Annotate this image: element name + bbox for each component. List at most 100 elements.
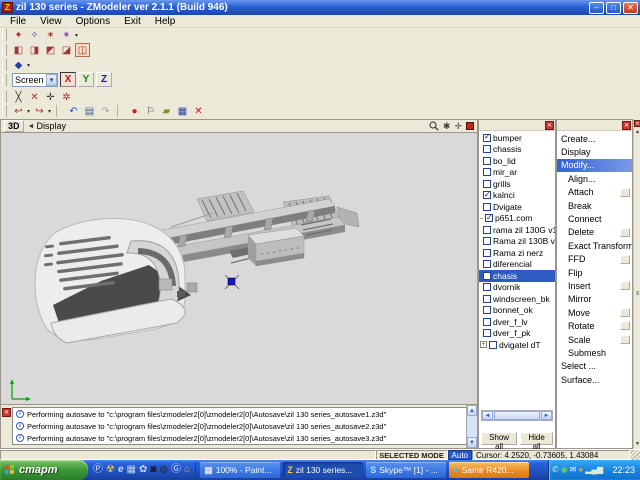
node-checkbox[interactable] <box>485 214 493 222</box>
command-item[interactable]: FFD <box>557 253 632 266</box>
scene-node[interactable]: windscreen_bk <box>479 293 555 305</box>
snap-axes-icon[interactable]: ╳ <box>11 90 26 104</box>
delete-icon[interactable]: ✕ <box>191 104 206 118</box>
scene-node[interactable]: bo_lid <box>479 155 555 167</box>
quicklaunch-2-icon[interactable]: ☢ <box>106 465 115 475</box>
node-checkbox[interactable] <box>483 157 491 165</box>
command-item[interactable]: Mirror <box>557 293 632 306</box>
log-close-icon[interactable] <box>2 408 11 417</box>
node-checkbox[interactable] <box>483 237 491 245</box>
command-item[interactable]: Move <box>557 306 632 319</box>
hide-all-button[interactable]: Hide all <box>520 432 553 445</box>
viewport-view-label[interactable]: Display <box>36 121 66 131</box>
close-icon[interactable] <box>545 121 554 130</box>
redo-icon[interactable]: ↷ <box>98 104 113 118</box>
tray-1-icon[interactable]: ✆ <box>552 466 559 474</box>
resize-grip[interactable] <box>630 450 640 460</box>
scene-node[interactable]: rama zil 130G v1 <box>479 224 555 236</box>
command-option-box[interactable] <box>620 281 630 290</box>
separator[interactable] <box>117 105 123 117</box>
history-icon[interactable]: ▤ <box>82 104 97 118</box>
node-checkbox[interactable] <box>483 306 491 314</box>
menu-item[interactable]: Options <box>69 16 117 27</box>
scroll-left-icon[interactable]: ◄ <box>482 411 493 420</box>
command-option-box[interactable] <box>620 308 630 317</box>
scene-node[interactable]: Dvigate <box>479 201 555 213</box>
scroll-right-icon[interactable]: ► <box>541 411 552 420</box>
import-icon[interactable]: ↩ <box>11 104 26 118</box>
node-checkbox[interactable] <box>483 168 491 176</box>
polygons-level-icon[interactable]: ◩ <box>43 43 58 57</box>
menu-item[interactable]: View <box>33 16 69 27</box>
command-item[interactable]: Break <box>557 199 632 212</box>
command-item[interactable]: Attach <box>557 186 632 199</box>
command-item[interactable]: Surface... <box>557 373 632 386</box>
gizmo-tool-icon[interactable]: ◆ <box>11 58 26 72</box>
open-folder-icon[interactable]: ▰ <box>159 104 174 118</box>
minimize-button[interactable]: – <box>589 2 604 14</box>
quicklaunch-8-icon[interactable]: Ⓖ <box>171 465 181 475</box>
viewport-3d[interactable] <box>0 133 478 404</box>
scene-horizontal-scrollbar[interactable]: ◄ ► <box>481 410 553 421</box>
mixed-level-icon[interactable]: ◫ <box>75 43 90 57</box>
command-item[interactable]: Rotate <box>557 319 632 332</box>
scroll-up-icon[interactable]: ▲ <box>467 405 477 416</box>
scroll-up-icon[interactable] <box>634 129 640 136</box>
command-item[interactable]: Create... <box>557 132 632 145</box>
node-checkbox[interactable] <box>489 341 497 349</box>
close-icon[interactable] <box>622 121 631 130</box>
command-item[interactable]: Align... <box>557 172 632 185</box>
snap-edge-icon[interactable]: ✲ <box>59 90 74 104</box>
scroll-down-icon[interactable]: ▼ <box>467 437 477 448</box>
separator[interactable] <box>56 105 62 117</box>
viewport-active-icon[interactable] <box>466 122 474 130</box>
close-button[interactable]: ✕ <box>623 2 638 14</box>
scene-node[interactable]: bonnet_ok <box>479 305 555 317</box>
quicklaunch-6-icon[interactable]: ◙ <box>150 465 156 475</box>
undo-icon[interactable]: ↶ <box>66 104 81 118</box>
tray-2-icon[interactable]: ◉ <box>561 466 568 474</box>
command-item[interactable]: Select ... <box>557 360 632 373</box>
taskbar-app-skype[interactable]: SSkype™ [1] - ... <box>366 462 446 478</box>
quicklaunch-9-icon[interactable]: ⌂ <box>184 465 190 475</box>
command-item[interactable]: Insert <box>557 279 632 292</box>
coord-system-select[interactable]: Screen ▾ <box>12 73 58 87</box>
command-item[interactable]: Submesh <box>557 346 632 359</box>
command-option-box[interactable] <box>620 255 630 264</box>
node-checkbox[interactable] <box>483 272 491 280</box>
node-checkbox[interactable] <box>483 180 491 188</box>
node-checkbox[interactable] <box>483 329 491 337</box>
tray-4-icon[interactable]: ● <box>578 466 583 474</box>
scene-node[interactable]: dvornik <box>479 282 555 294</box>
node-checkbox[interactable] <box>483 226 491 234</box>
taskbar-app-paint[interactable]: ▦100% - Paint... <box>200 462 280 478</box>
close-icon[interactable] <box>634 120 640 127</box>
scene-node[interactable]: mir_ar <box>479 167 555 179</box>
expand-icon[interactable] <box>480 341 487 348</box>
3d-model[interactable] <box>1 133 478 404</box>
command-item[interactable]: Connect <box>557 212 632 225</box>
select-add-icon[interactable]: ✧ <box>27 28 42 42</box>
settings-icon[interactable]: ✱ <box>443 122 451 131</box>
command-item[interactable]: Exact Transform <box>557 239 632 252</box>
edges-level-icon[interactable]: ◨ <box>27 43 42 57</box>
node-checkbox[interactable] <box>483 318 491 326</box>
scene-node[interactable]: dvigatel dT <box>479 339 555 351</box>
scene-node[interactable]: dver_f_pk <box>479 328 555 340</box>
scene-node[interactable]: chasis <box>479 270 555 282</box>
scene-node[interactable]: kalnci <box>479 190 555 202</box>
scene-node[interactable]: grills <box>479 178 555 190</box>
export-icon[interactable]: ↪ <box>32 104 47 118</box>
select-paint-icon[interactable]: ✶ <box>43 28 58 42</box>
scene-node[interactable]: bumper <box>479 132 555 144</box>
scene-node[interactable]: dver_f_lv <box>479 316 555 328</box>
taskbar-app-chat[interactable]: ●Samir R420... <box>449 462 529 478</box>
axis-x-button[interactable]: X <box>60 72 76 87</box>
viewport-type-button[interactable]: 3D <box>4 120 24 132</box>
command-item[interactable]: Delete <box>557 226 632 239</box>
snap-vertex-icon[interactable]: ✕ <box>27 90 42 104</box>
save-icon[interactable]: ▦ <box>175 104 190 118</box>
signal-icon[interactable]: ▂▄▆ <box>585 466 603 474</box>
node-checkbox[interactable] <box>483 249 491 257</box>
command-option-box[interactable] <box>620 188 630 197</box>
